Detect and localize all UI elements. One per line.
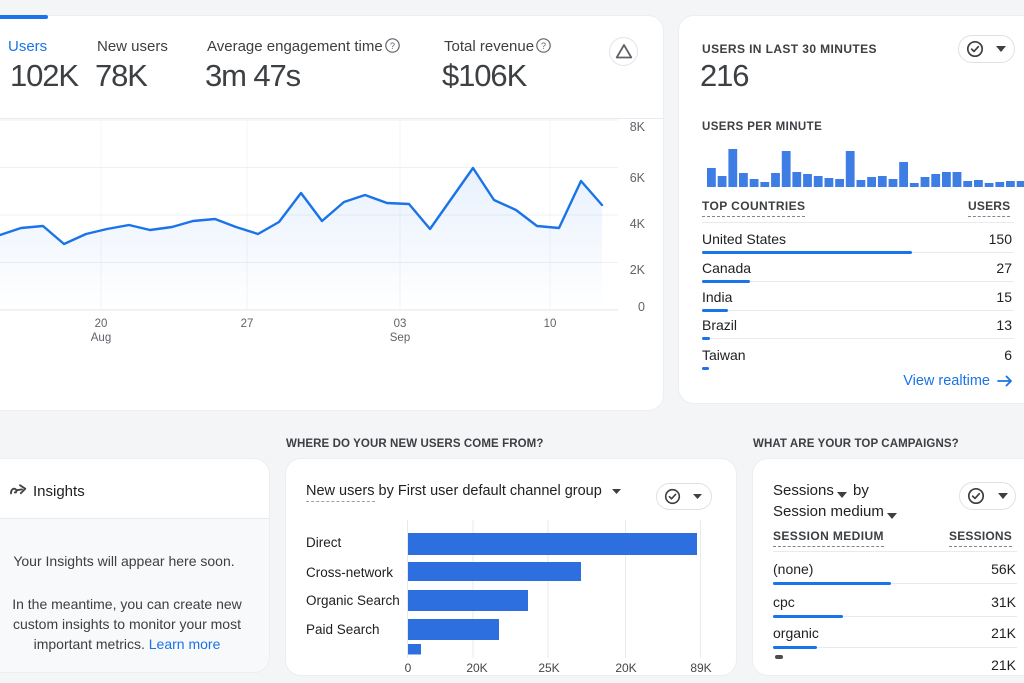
- svg-text:?: ?: [390, 41, 395, 51]
- svg-text:?: ?: [541, 41, 546, 51]
